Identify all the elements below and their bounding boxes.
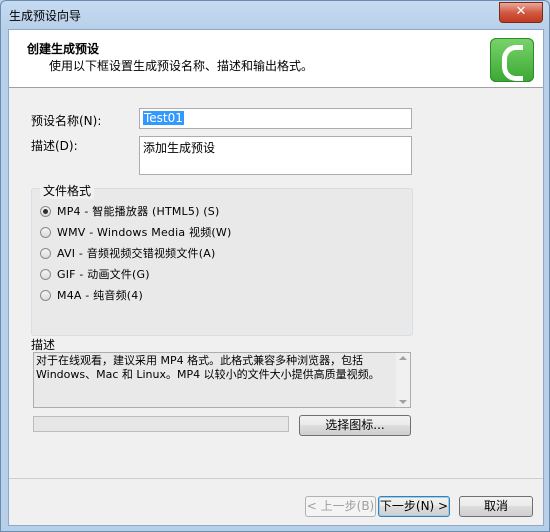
format-option-label: MP4 - 智能播放器 (HTML5) (S) <box>57 205 220 218</box>
wizard-window: 生成预设向导 ✕ 创建生成预设 使用以下框设置生成预设名称、描述和输出格式。 预… <box>0 0 550 532</box>
scroll-down-icon[interactable] <box>399 400 407 404</box>
wizard-header: 创建生成预设 使用以下框设置生成预设名称、描述和输出格式。 <box>9 30 543 88</box>
camtasia-c-icon <box>490 38 534 82</box>
format-option-label: M4A - 纯音频(4) <box>57 289 143 302</box>
back-button[interactable]: < 上一步(B) <box>305 496 376 517</box>
cancel-button[interactable]: 取消 <box>459 496 533 517</box>
format-description-title: 描述 <box>31 338 56 352</box>
radio-icon[interactable] <box>40 268 51 280</box>
header-subtitle: 使用以下框设置生成预设名称、描述和输出格式。 <box>49 59 314 73</box>
title-bar[interactable]: 生成预设向导 ✕ <box>1 1 549 29</box>
dialog-client: 创建生成预设 使用以下框设置生成预设名称、描述和输出格式。 预设名称(N): T… <box>8 29 544 526</box>
scroll-up-icon[interactable] <box>399 356 407 360</box>
format-option-wmv[interactable]: WMV - Windows Media 视频(W) <box>40 224 231 240</box>
format-description-box: 对于在线观看，建议采用 MP4 格式。此格式兼容多种浏览器，包括 Windows… <box>33 352 411 408</box>
description-input[interactable]: 添加生成预设 <box>139 136 412 175</box>
format-option-label: AVI - 音频视频交错视频文件(A) <box>57 247 216 260</box>
radio-icon[interactable] <box>40 247 51 259</box>
footer-divider <box>9 478 543 479</box>
radio-icon[interactable] <box>40 289 51 301</box>
description-scrollbar[interactable] <box>396 353 410 407</box>
preset-name-input[interactable]: Test01 <box>139 108 412 129</box>
format-option-avi[interactable]: AVI - 音频视频交错视频文件(A) <box>40 245 215 261</box>
format-option-m4a[interactable]: M4A - 纯音频(4) <box>40 287 143 303</box>
file-format-group: 文件格式 MP4 - 智能播放器 (HTML5) (S) WMV - Windo… <box>31 182 413 336</box>
radio-selected-icon[interactable] <box>40 205 51 217</box>
close-icon: ✕ <box>515 4 527 19</box>
close-button[interactable]: ✕ <box>499 2 543 23</box>
file-format-title: 文件格式 <box>40 182 95 199</box>
format-option-label: GIF - 动画文件(G) <box>57 268 150 281</box>
radio-icon[interactable] <box>40 226 51 238</box>
next-button[interactable]: 下一步(N) > <box>378 496 450 517</box>
description-value: 添加生成预设 <box>143 141 216 155</box>
preset-name-label: 预设名称(N): <box>31 114 102 128</box>
format-option-mp4[interactable]: MP4 - 智能播放器 (HTML5) (S) <box>40 203 219 219</box>
icon-preview-bar <box>33 416 289 432</box>
window-title: 生成预设向导 <box>9 9 82 23</box>
format-description-text: 对于在线观看，建议采用 MP4 格式。此格式兼容多种浏览器，包括 Windows… <box>36 354 380 381</box>
description-label: 描述(D): <box>31 139 78 153</box>
choose-icon-button[interactable]: 选择图标... <box>299 415 411 436</box>
preset-name-value: Test01 <box>143 111 184 125</box>
header-title: 创建生成预设 <box>27 42 100 56</box>
format-option-label: WMV - Windows Media 视频(W) <box>57 226 232 239</box>
format-option-gif[interactable]: GIF - 动画文件(G) <box>40 266 150 282</box>
